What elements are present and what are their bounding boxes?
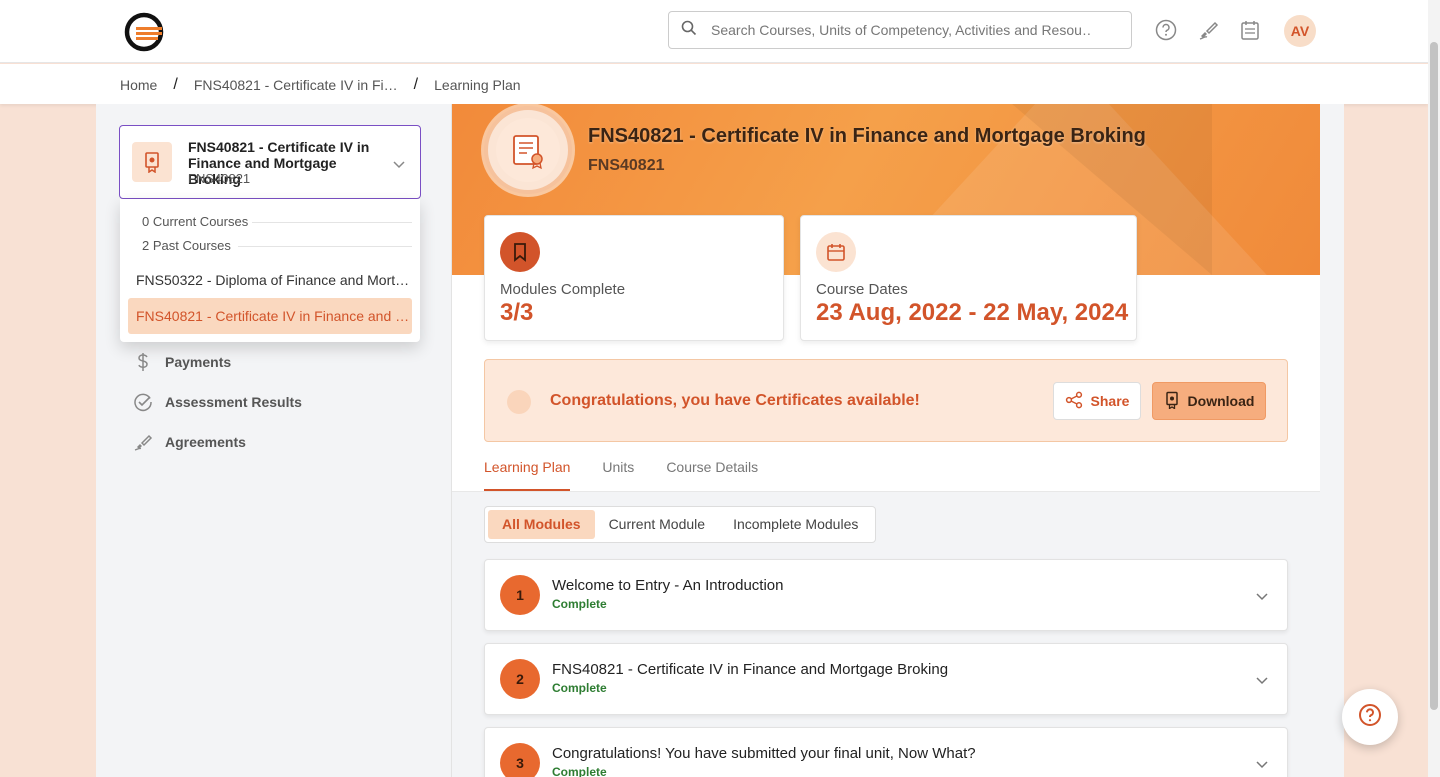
course-dropdown: 0 Current Courses 2 Past Courses FNS5032… [120, 199, 420, 342]
module-title: Welcome to Entry - An Introduction [552, 577, 784, 594]
module-card[interactable]: 1 Welcome to Entry - An Introduction Com… [484, 559, 1288, 631]
filter-current-module[interactable]: Current Module [595, 510, 720, 539]
help-fab-button[interactable] [1342, 689, 1398, 745]
filter-incomplete-modules[interactable]: Incomplete Modules [719, 510, 872, 539]
top-bar: AV [0, 0, 1428, 63]
current-courses-label: 0 Current Courses [142, 214, 249, 229]
chevron-down-icon [392, 156, 406, 174]
breadcrumb: Home / FNS40821 - Certificate IV in Fi… … [120, 76, 521, 94]
tab-learning-plan[interactable]: Learning Plan [484, 459, 571, 491]
sidebar-item-label: Agreements [165, 434, 246, 450]
breadcrumb-separator: / [413, 76, 419, 93]
signature-icon[interactable] [1196, 18, 1220, 42]
past-courses-label: 2 Past Courses [142, 238, 231, 253]
tab-bar: Learning Plan Units Course Details [484, 459, 790, 491]
calendar-icon [816, 232, 856, 272]
course-badge [484, 106, 572, 194]
sidebar-item-assessment-results[interactable]: Assessment Results [133, 392, 302, 412]
page-scrollbar[interactable] [1428, 0, 1440, 777]
download-button[interactable]: Download [1152, 382, 1266, 420]
breadcrumb-home[interactable]: Home [120, 77, 157, 93]
certificate-alert: Congratulations, you have Certificates a… [484, 359, 1288, 442]
divider [252, 222, 412, 223]
course-title: FNS40821 - Certificate IV in Finance and… [588, 125, 1146, 147]
divider [238, 246, 412, 247]
chevron-down-icon[interactable] [1255, 756, 1269, 774]
certificate-icon [496, 118, 560, 182]
module-status: Complete [552, 597, 607, 611]
modules-area: All Modules Current Module Incomplete Mo… [452, 492, 1320, 777]
selected-course-code: FNS40821 [188, 171, 251, 186]
dropdown-course-item[interactable]: FNS50322 - Diploma of Finance and Mort… [128, 262, 412, 298]
download-label: Download [1187, 393, 1255, 409]
tab-course-details[interactable]: Course Details [666, 459, 758, 491]
module-number: 1 [500, 575, 540, 615]
module-title: Congratulations! You have submitted your… [552, 745, 976, 762]
help-icon [1358, 703, 1382, 732]
module-number: 2 [500, 659, 540, 699]
check-circle-icon [133, 392, 153, 412]
bookmark-icon [500, 232, 540, 272]
course-dates-card: Course Dates 23 Aug, 2022 - 22 May, 2024 [800, 215, 1137, 341]
module-title: FNS40821 - Certificate IV in Finance and… [552, 661, 949, 678]
signature-icon [133, 432, 153, 452]
certificate-message: Congratulations, you have Certificates a… [550, 392, 920, 409]
search-box[interactable] [668, 11, 1132, 49]
scrollbar-thumb[interactable] [1430, 42, 1438, 710]
certificate-ribbon-icon [132, 142, 172, 182]
chevron-down-icon[interactable] [1255, 672, 1269, 690]
sidebar-item-label: Payments [165, 354, 232, 370]
share-icon [1065, 391, 1083, 412]
share-label: Share [1090, 393, 1130, 409]
course-code: FNS40821 [588, 157, 665, 174]
breadcrumb-bar: Home / FNS40821 - Certificate IV in Fi… … [0, 64, 1428, 104]
breadcrumb-course[interactable]: FNS40821 - Certificate IV in Fi… [194, 77, 398, 93]
sidebar-item-payments[interactable]: Payments [133, 352, 231, 372]
content-panel: FNS40821 - Certificate IV in Finance and… [452, 104, 1320, 777]
sidebar-item-agreements[interactable]: Agreements [133, 432, 246, 452]
certificate-alert-icon [507, 390, 531, 414]
certificate-ribbon-icon [1164, 391, 1180, 412]
dropdown-course-item-selected[interactable]: FNS40821 - Certificate IV in Finance and… [128, 298, 412, 334]
modules-complete-label: Modules Complete [500, 281, 626, 298]
share-button[interactable]: Share [1053, 382, 1141, 420]
module-card[interactable]: 3 Congratulations! You have submitted yo… [484, 727, 1288, 777]
module-status: Complete [552, 765, 607, 777]
breadcrumb-separator: / [173, 76, 178, 93]
modules-complete-card: Modules Complete 3/3 [484, 215, 784, 341]
course-dates-value: 23 Aug, 2022 - 22 May, 2024 [816, 299, 1129, 326]
breadcrumb-current: Learning Plan [434, 77, 521, 93]
search-input[interactable] [711, 22, 1091, 38]
modules-complete-value: 3/3 [500, 299, 534, 326]
module-status: Complete [552, 681, 607, 695]
course-selector[interactable]: FNS40821 - Certificate IV in Finance and… [119, 125, 421, 199]
calendar-icon[interactable] [1238, 18, 1262, 42]
module-filter-group: All Modules Current Module Incomplete Mo… [484, 506, 877, 543]
sidebar-item-label: Assessment Results [165, 394, 302, 410]
filter-all-modules[interactable]: All Modules [488, 510, 595, 539]
avatar[interactable]: AV [1284, 15, 1316, 47]
chevron-down-icon[interactable] [1255, 588, 1269, 606]
search-icon [681, 20, 697, 41]
tab-units[interactable]: Units [602, 459, 634, 491]
module-card[interactable]: 2 FNS40821 - Certificate IV in Finance a… [484, 643, 1288, 715]
logo[interactable] [122, 10, 166, 54]
dollar-icon [133, 352, 153, 372]
course-dates-label: Course Dates [816, 281, 908, 298]
help-icon[interactable] [1154, 18, 1178, 42]
module-number: 3 [500, 743, 540, 777]
